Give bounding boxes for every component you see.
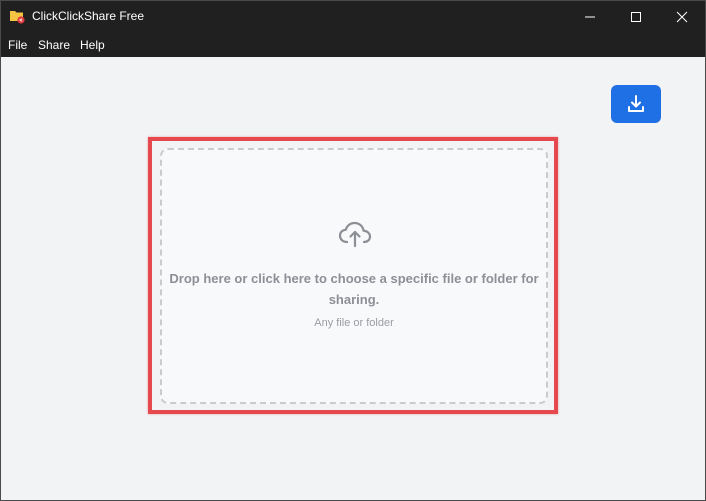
close-icon bbox=[676, 11, 688, 22]
folder-share-icon bbox=[10, 11, 25, 24]
close-button[interactable] bbox=[659, 1, 705, 32]
main-content: Drop here or click here to choose a spec… bbox=[1, 57, 705, 500]
download-button[interactable] bbox=[611, 85, 661, 123]
menu-file[interactable]: File bbox=[8, 38, 27, 52]
window-title: ClickClickShare Free bbox=[32, 9, 145, 23]
minimize-icon bbox=[585, 16, 595, 17]
drop-instruction: Drop here or click here to choose a spec… bbox=[169, 271, 539, 307]
menu-bar: File Share Help bbox=[1, 32, 705, 57]
drop-hint: Any file or folder bbox=[314, 317, 394, 329]
minimize-button[interactable] bbox=[567, 1, 613, 32]
menu-help[interactable]: Help bbox=[80, 38, 105, 52]
drop-zone[interactable]: Drop here or click here to choose a spec… bbox=[160, 148, 548, 404]
download-icon bbox=[628, 95, 644, 112]
app-window: ClickClickShare Free File Share Help Dro… bbox=[0, 0, 706, 501]
title-bar[interactable]: ClickClickShare Free bbox=[1, 1, 705, 32]
menu-share[interactable]: Share bbox=[38, 38, 70, 52]
maximize-button[interactable] bbox=[613, 1, 659, 32]
cloud-upload-icon bbox=[338, 221, 372, 248]
maximize-icon bbox=[631, 11, 641, 22]
